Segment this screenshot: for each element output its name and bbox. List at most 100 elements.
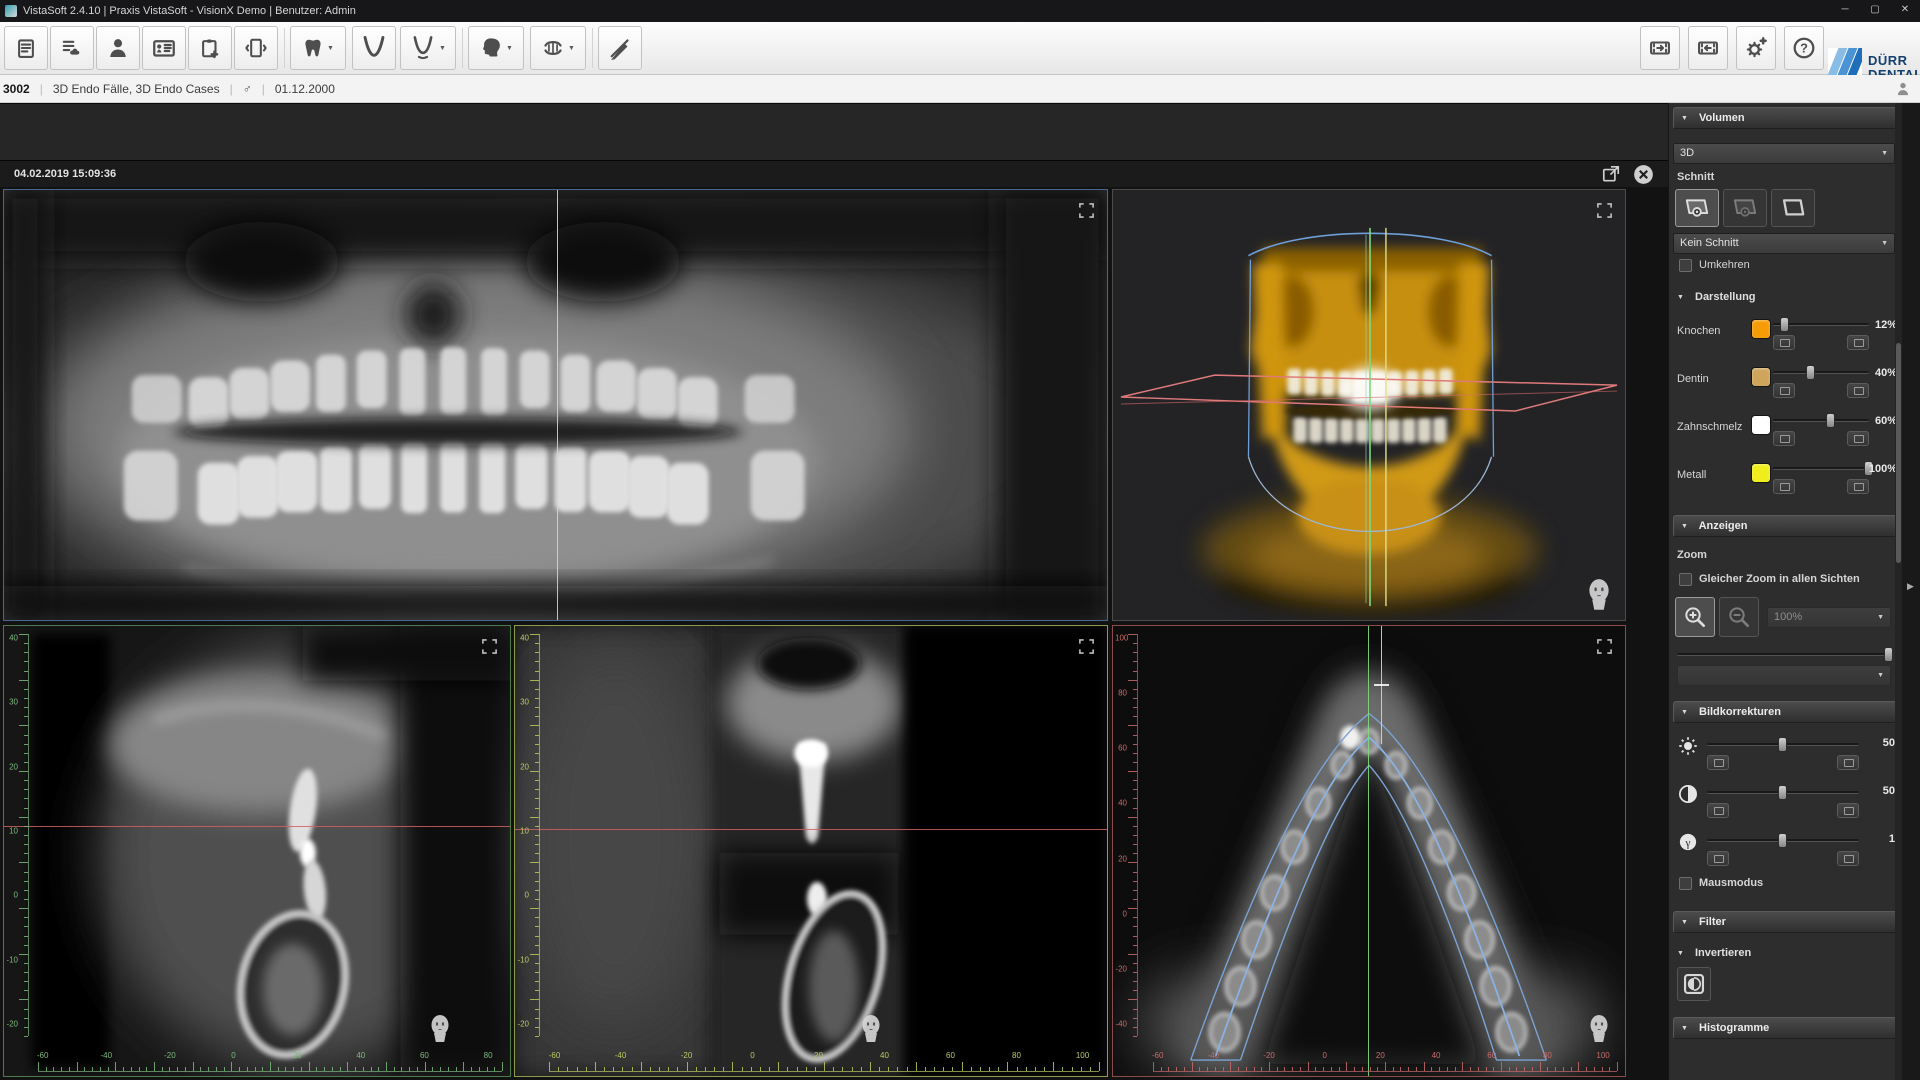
slice-select-dropdown[interactable]: Kein Schnitt ▼ [1673, 233, 1895, 254]
new-record-button[interactable] [188, 26, 232, 70]
panorama-crosshair-line[interactable] [557, 190, 558, 620]
slice-thickness-dropdown[interactable]: ▼ [1677, 665, 1891, 686]
head-orientation-icon[interactable] [428, 1014, 452, 1044]
slider-step-button[interactable] [1773, 335, 1795, 350]
tissue-opacity-slider[interactable] [1773, 467, 1869, 470]
panorama-viewport[interactable] [3, 189, 1108, 621]
tissue-opacity-slider[interactable] [1773, 323, 1869, 326]
section-invertieren[interactable]: ▼ Invertieren [1677, 947, 1751, 959]
slider-step-button[interactable] [1847, 335, 1869, 350]
worklist-button[interactable] [4, 26, 48, 70]
volume-3d-render[interactable] [1113, 190, 1625, 620]
cross-axial-refline[interactable] [515, 829, 1107, 830]
panel-expander[interactable]: ▶ [1902, 103, 1920, 1080]
jaw-arch-layers-button[interactable]: ▼ [400, 26, 456, 70]
close-view-icon[interactable] [1633, 164, 1654, 185]
section-anzeigen[interactable]: ▼ Anzeigen [1673, 515, 1897, 537]
brightness-slider[interactable] [1707, 743, 1859, 746]
sagittal-axial-refline[interactable] [4, 826, 510, 827]
expand-view-icon[interactable] [1078, 202, 1095, 219]
tissue-color-swatch[interactable] [1751, 463, 1771, 483]
slice-position-slider[interactable] [1677, 653, 1891, 656]
close-button[interactable]: ✕ [1890, 0, 1920, 22]
film-export-button[interactable] [1688, 26, 1728, 70]
probe-tool-button[interactable] [598, 26, 642, 70]
patient-record-button[interactable] [142, 26, 186, 70]
head-orientation-icon[interactable] [859, 1014, 883, 1044]
patient-id[interactable]: 3002 [3, 82, 30, 96]
volume-mode-dropdown[interactable]: 3D ▼ [1673, 143, 1895, 164]
tissue-opacity-slider[interactable] [1773, 419, 1869, 422]
cross-section-viewport[interactable]: 403020100-10-20 -60-40-20020406080100 [514, 625, 1108, 1077]
section-filter[interactable]: ▼ Filter [1673, 911, 1897, 933]
section-volumen[interactable]: ▼ Volumen [1673, 107, 1897, 129]
tissue-color-swatch[interactable] [1751, 415, 1771, 435]
slider-step-button[interactable] [1773, 383, 1795, 398]
mausmodus-checkbox[interactable] [1679, 877, 1692, 890]
film-import-button[interactable] [1640, 26, 1680, 70]
tissue-opacity-slider[interactable] [1773, 371, 1869, 374]
slider-step-button[interactable] [1773, 479, 1795, 494]
zoom-value-dropdown[interactable]: 100% ▼ [1767, 607, 1891, 628]
slider-step-button[interactable] [1837, 803, 1859, 818]
job-list-button[interactable] [50, 26, 94, 70]
head-orientation-icon[interactable] [1587, 1014, 1611, 1044]
axial-viewport[interactable]: 100806040200-20-40 -60-40-20020406080100 [1112, 625, 1626, 1077]
jaw-3d-button[interactable]: ▼ [530, 26, 586, 70]
slider-step-button[interactable] [1847, 479, 1869, 494]
zoom-in-button[interactable] [1675, 597, 1715, 637]
tissue-color-swatch[interactable] [1751, 367, 1771, 387]
sidebar-scrollbar[interactable] [1895, 103, 1902, 1080]
section-histogramme[interactable]: ▼ Histogramme [1673, 1017, 1897, 1039]
tooth-tool-button[interactable]: ▼ [290, 26, 346, 70]
maximize-button[interactable]: ▢ [1860, 0, 1890, 22]
gamma-slider[interactable] [1707, 839, 1859, 842]
settings-button[interactable] [1736, 26, 1776, 70]
sagittal-viewport[interactable]: 403020100-10-20 -60-40-20020406080 [3, 625, 511, 1077]
slider-step-button[interactable] [1837, 755, 1859, 770]
slider-step-button[interactable] [1847, 383, 1869, 398]
toolbar-separator [284, 28, 285, 68]
switch-patient-button[interactable] [234, 26, 278, 70]
section-bildkorrekturen[interactable]: ▼ Bildkorrekturen [1673, 701, 1897, 723]
section-darstellung[interactable]: ▼ Darstellung [1677, 291, 1756, 303]
volume-3d-viewport[interactable] [1112, 189, 1626, 621]
head-view-button[interactable]: ▼ [468, 26, 524, 70]
help-button[interactable]: ? [1784, 26, 1824, 70]
slider-step-button[interactable] [1707, 851, 1729, 866]
sagittal-slice-image[interactable] [4, 626, 510, 1076]
collapse-triangle-icon: ▼ [1681, 115, 1688, 122]
slider-step-button[interactable] [1837, 851, 1859, 866]
user-icon[interactable] [1894, 80, 1912, 98]
case-name[interactable]: 3D Endo Fälle, 3D Endo Cases [53, 82, 220, 96]
panorama-image[interactable] [4, 190, 1107, 620]
expand-view-icon[interactable] [1596, 638, 1613, 655]
umkehren-checkbox[interactable] [1679, 259, 1692, 272]
cross-section-image[interactable] [515, 626, 1107, 1076]
jaw-arch-button[interactable] [352, 26, 396, 70]
contrast-slider[interactable] [1707, 791, 1859, 794]
head-profile-icon [479, 36, 503, 60]
slice-mode-button-3[interactable] [1771, 189, 1815, 227]
expand-view-icon[interactable] [1078, 638, 1095, 655]
open-external-icon[interactable] [1601, 164, 1621, 184]
same-zoom-checkbox[interactable] [1679, 573, 1692, 586]
expand-view-icon[interactable] [1596, 202, 1613, 219]
slice-mode-button-2[interactable] [1723, 189, 1767, 227]
slice-mode-button-1[interactable] [1675, 189, 1719, 227]
invert-button[interactable] [1677, 967, 1711, 1001]
patient-button[interactable] [96, 26, 140, 70]
collapse-triangle-icon: ▼ [1681, 1025, 1688, 1032]
tissue-color-swatch[interactable] [1751, 319, 1771, 339]
slice-plane-eye-icon [1683, 196, 1711, 220]
axial-sagittal-refline[interactable] [1368, 626, 1369, 1076]
slider-step-button[interactable] [1707, 803, 1729, 818]
zoom-out-button[interactable] [1719, 597, 1759, 637]
slider-step-button[interactable] [1707, 755, 1729, 770]
expand-view-icon[interactable] [481, 638, 498, 655]
minimize-button[interactable]: ─ [1830, 0, 1860, 22]
head-orientation-icon[interactable] [1585, 578, 1613, 612]
slider-step-button[interactable] [1847, 431, 1869, 446]
axial-slice-image[interactable] [1113, 626, 1625, 1076]
slider-step-button[interactable] [1773, 431, 1795, 446]
